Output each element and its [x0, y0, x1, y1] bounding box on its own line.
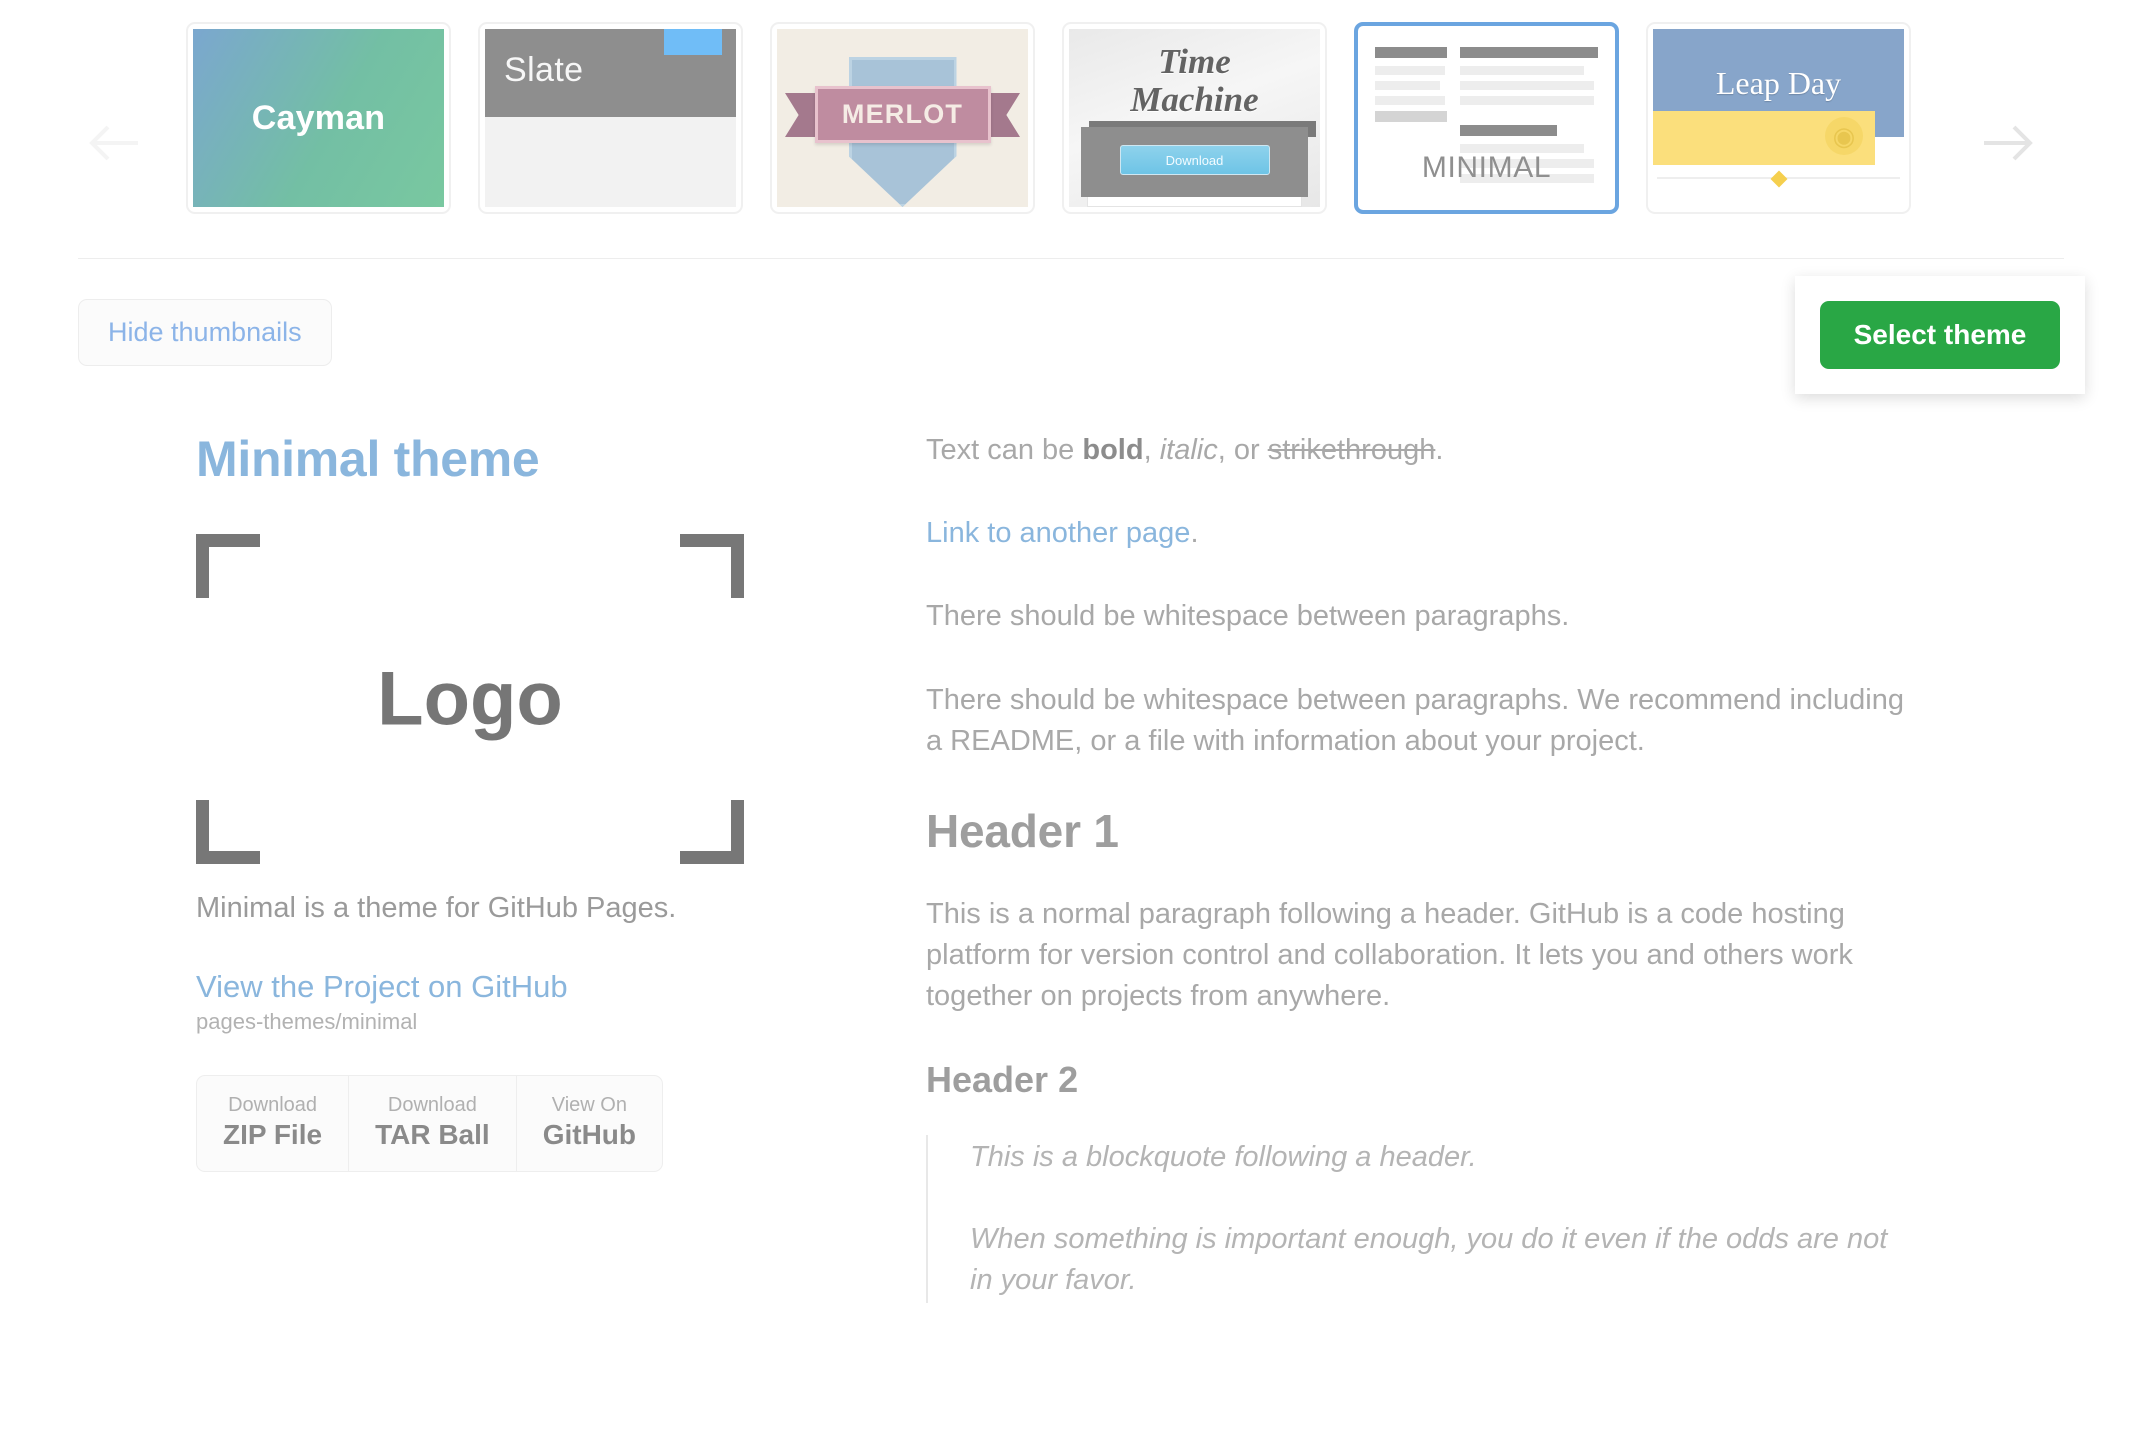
hide-thumbnails-button[interactable]: Hide thumbnails: [78, 299, 332, 366]
project-repo-name: pages-themes/minimal: [196, 1009, 418, 1034]
blockquote-line-two: When something is important enough, you …: [970, 1222, 1888, 1296]
content-header-1: Header 1: [926, 804, 1119, 857]
minimal-bar: [1375, 111, 1447, 122]
next-themes-arrow[interactable]: [1978, 112, 2040, 174]
theme-thumbnail-minimal[interactable]: MINIMAL: [1354, 22, 1619, 214]
minimal-bar: [1460, 66, 1585, 75]
intro-mid2: , or: [1217, 434, 1268, 466]
download-button-group: Download ZIP File Download TAR Ball View…: [196, 1075, 663, 1172]
minimal-bar: [1375, 47, 1447, 58]
view-github-small-label: View On: [551, 1094, 627, 1116]
theme-thumbnail-leap-day[interactable]: Leap Day ◉: [1646, 22, 1911, 214]
arrow-left-icon: [86, 123, 140, 163]
minimal-bar: [1460, 96, 1594, 105]
theme-thumbnail-cayman[interactable]: Cayman: [186, 22, 451, 214]
picker-controls: Hide thumbnails Select theme: [0, 276, 2142, 394]
github-octocat-icon: ◉: [1825, 117, 1863, 155]
download-tar-button[interactable]: Download TAR Ball: [349, 1076, 517, 1171]
italic-sample: italic: [1159, 434, 1218, 466]
page-title: Minimal theme: [196, 431, 540, 487]
logo-text: Logo: [377, 656, 563, 742]
strikethrough-sample: strikethrough: [1267, 434, 1436, 466]
leap-day-diamond-icon: [1770, 170, 1787, 188]
another-page-link[interactable]: Link to another page: [926, 517, 1190, 549]
intro-suffix: .: [1435, 434, 1444, 466]
link-suffix: .: [1190, 517, 1199, 550]
select-theme-button[interactable]: Select theme: [1819, 301, 2061, 369]
view-github-big-label: GitHub: [542, 1119, 636, 1150]
theme-thumbnail-label: Slate: [504, 51, 584, 89]
paragraph-two: There should be whitespace between parag…: [926, 683, 1904, 757]
theme-thumbnail-label: MERLOT: [841, 99, 964, 129]
minimal-bar: [1460, 47, 1598, 58]
slate-blue-accent: [664, 29, 722, 55]
time-machine-download-button: Download: [1119, 145, 1270, 175]
merlot-ribbon: MERLOT: [814, 86, 991, 143]
intro-mid1: ,: [1143, 434, 1160, 466]
theme-thumbnail-label: Leap Day: [1715, 64, 1842, 101]
previous-themes-arrow[interactable]: [82, 112, 144, 174]
download-zip-button[interactable]: Download ZIP File: [197, 1076, 350, 1171]
logo-corner-top-right: [680, 534, 744, 598]
intro-prefix: Text can be: [926, 434, 1083, 466]
formatting-demo-paragraph: Text can be bold, italic, or strikethrou…: [926, 430, 1916, 471]
time-machine-title: Time Machine: [1069, 43, 1320, 119]
download-zip-small-label: Download: [228, 1094, 318, 1116]
minimal-spacer: [1460, 111, 1598, 125]
minimal-bar: [1460, 81, 1594, 90]
time-machine-title-line2: Machine: [1130, 79, 1259, 119]
theme-thumbnail-label: MINIMAL: [1421, 151, 1552, 184]
time-machine-title-line1: Time: [1158, 42, 1231, 81]
paragraph-three: This is a normal paragraph following a h…: [926, 897, 1853, 1013]
logo-placeholder: Logo: [196, 534, 744, 864]
download-tar-big-label: TAR Ball: [375, 1119, 490, 1150]
download-tar-small-label: Download: [387, 1094, 477, 1116]
bold-sample: bold: [1082, 434, 1144, 466]
minimal-bar: [1375, 66, 1445, 75]
logo-corner-bottom-right: [680, 800, 744, 864]
content-header-2: Header 2: [926, 1059, 1079, 1101]
theme-thumbnail-row: Cayman Slate MERLOT Time Machine Downloa…: [186, 22, 1911, 214]
preview-sidebar: Minimal theme Logo Minimal is a theme fo…: [196, 430, 756, 1303]
theme-thumbnail-slate[interactable]: Slate: [478, 22, 743, 214]
theme-thumbnail-time-machine[interactable]: Time Machine Download: [1062, 22, 1327, 214]
theme-picker: Cayman Slate MERLOT Time Machine Downloa…: [0, 0, 2142, 258]
logo-corner-top-left: [196, 534, 260, 598]
minimal-bar: [1375, 96, 1445, 105]
site-tagline: Minimal is a theme for GitHub Pages.: [196, 892, 677, 924]
minimal-bar: [1375, 81, 1440, 90]
view-on-github-button[interactable]: View On GitHub: [517, 1076, 662, 1171]
arrow-right-icon: [1982, 123, 2036, 163]
select-theme-panel: Select theme: [1795, 276, 2085, 394]
view-project-on-github-link[interactable]: View the Project on GitHub: [196, 969, 756, 1005]
theme-thumbnail-label: Cayman: [251, 98, 386, 137]
link-paragraph: Link to another page.: [926, 513, 1916, 554]
theme-preview: Minimal theme Logo Minimal is a theme fo…: [0, 430, 2142, 1442]
paragraph-one: There should be whitespace between parag…: [926, 600, 1570, 633]
minimal-bar: [1460, 125, 1557, 136]
preview-main-content: Text can be bold, italic, or strikethrou…: [926, 430, 1916, 1303]
logo-corner-bottom-left: [196, 800, 260, 864]
blockquote-line-one: This is a blockquote following a header.: [970, 1141, 1477, 1174]
leap-day-yellow-band: ◉: [1653, 111, 1875, 165]
theme-thumbnail-merlot[interactable]: MERLOT: [770, 22, 1035, 214]
download-zip-big-label: ZIP File: [223, 1119, 323, 1150]
content-blockquote: This is a blockquote following a header.…: [926, 1135, 1916, 1303]
picker-divider: [78, 258, 2064, 259]
